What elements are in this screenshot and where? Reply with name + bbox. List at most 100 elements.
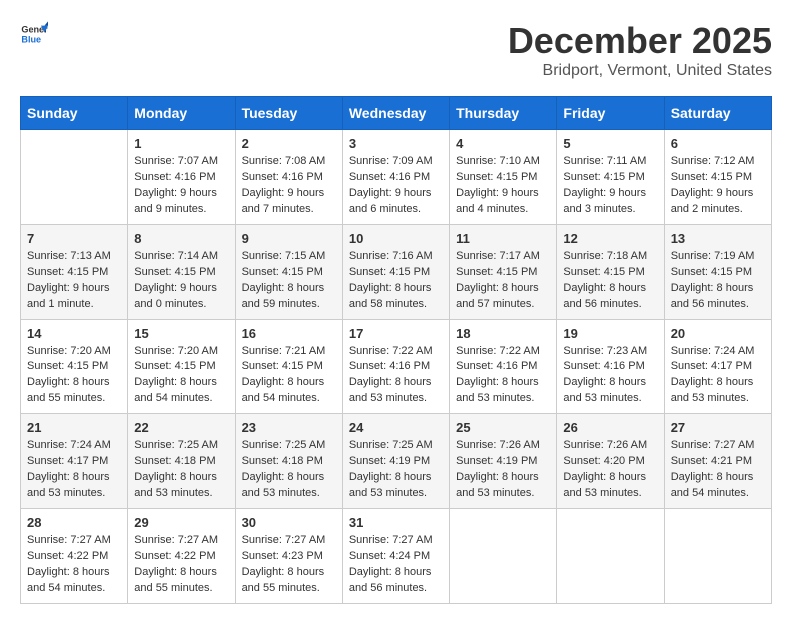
day-number: 12 (563, 231, 657, 246)
calendar-cell (21, 130, 128, 225)
day-info: Sunrise: 7:13 AM Sunset: 4:15 PM Dayligh… (27, 249, 121, 313)
day-number: 22 (134, 420, 228, 435)
calendar-cell: 14Sunrise: 7:20 AM Sunset: 4:15 PM Dayli… (21, 319, 128, 414)
weekday-header-sunday: Sunday (21, 97, 128, 130)
weekday-header-thursday: Thursday (450, 97, 557, 130)
calendar-cell: 18Sunrise: 7:22 AM Sunset: 4:16 PM Dayli… (450, 319, 557, 414)
day-info: Sunrise: 7:22 AM Sunset: 4:16 PM Dayligh… (349, 344, 443, 408)
day-info: Sunrise: 7:23 AM Sunset: 4:16 PM Dayligh… (563, 344, 657, 408)
day-info: Sunrise: 7:14 AM Sunset: 4:15 PM Dayligh… (134, 249, 228, 313)
day-number: 27 (671, 420, 765, 435)
calendar-cell: 25Sunrise: 7:26 AM Sunset: 4:19 PM Dayli… (450, 414, 557, 509)
day-info: Sunrise: 7:27 AM Sunset: 4:22 PM Dayligh… (27, 533, 121, 597)
day-number: 15 (134, 326, 228, 341)
calendar-week-row: 14 Sunrise: 7:20 AM Sunset: 4:15 PM Dayli… (21, 319, 772, 414)
calendar-cell: 19 Sunrise: 7:23 AM Sunset: 4:16 PM Dayli… (557, 319, 664, 414)
day-info: Sunrise: 7:27 AM Sunset: 4:22 PM Dayligh… (134, 533, 228, 597)
weekday-header-wednesday: Wednesday (342, 97, 449, 130)
day-info: Sunrise: 7:20 AM Sunset: 4:15 PM Dayligh… (134, 344, 228, 408)
calendar-cell: 9 Sunrise: 7:15 AM Sunset: 4:15 PM Daylig… (235, 224, 342, 319)
calendar-cell: 6Sunrise: 7:12 AM Sunset: 4:15 PM Daylig… (664, 130, 771, 225)
day-number: 13 (671, 231, 765, 246)
calendar-cell: 7 Sunrise: 7:13 AM Sunset: 4:15 PM Daylig… (21, 224, 128, 319)
day-number: 19 (563, 326, 657, 341)
calendar-cell: 3 Sunrise: 7:09 AM Sunset: 4:16 PM Daylig… (342, 130, 449, 225)
calendar-week-row: 7 Sunrise: 7:13 AM Sunset: 4:15 PM Daylig… (21, 224, 772, 319)
day-number: 11 (456, 231, 550, 246)
day-number: 7 (27, 231, 121, 246)
calendar-cell: 4 Sunrise: 7:10 AM Sunset: 4:15 PM Daylig… (450, 130, 557, 225)
day-info: Sunrise: 7:16 AM Sunset: 4:15 PM Dayligh… (349, 249, 443, 313)
calendar-week-row: 21 Sunrise: 7:24 AM Sunset: 4:17 PM Dayli… (21, 414, 772, 509)
calendar-cell (664, 509, 771, 604)
day-number: 14 (27, 326, 121, 341)
day-info: Sunrise: 7:24 AM Sunset: 4:17 PM Dayligh… (671, 344, 765, 408)
day-number: 23 (242, 420, 336, 435)
day-number: 6 (671, 136, 765, 151)
calendar-table: SundayMondayTuesdayWednesdayThursdayFrid… (20, 96, 772, 604)
day-info: Sunrise: 7:09 AM Sunset: 4:16 PM Dayligh… (349, 154, 443, 218)
calendar-cell: 27 Sunrise: 7:27 AM Sunset: 4:21 PM Dayli… (664, 414, 771, 509)
calendar-cell: 17 Sunrise: 7:22 AM Sunset: 4:16 PM Dayli… (342, 319, 449, 414)
weekday-header-monday: Monday (128, 97, 235, 130)
day-info: Sunrise: 7:24 AM Sunset: 4:17 PM Dayligh… (27, 438, 121, 502)
calendar-cell: 21 Sunrise: 7:24 AM Sunset: 4:17 PM Dayli… (21, 414, 128, 509)
day-number: 3 (349, 136, 443, 151)
weekday-header-row: SundayMondayTuesdayWednesdayThursdayFrid… (21, 97, 772, 130)
day-info: Sunrise: 7:25 AM Sunset: 4:18 PM Dayligh… (134, 438, 228, 502)
day-info: Sunrise: 7:07 AM Sunset: 4:16 PM Dayligh… (134, 154, 228, 218)
calendar-cell: 10 Sunrise: 7:16 AM Sunset: 4:15 PM Dayli… (342, 224, 449, 319)
logo: General Blue (20, 20, 48, 48)
day-info: Sunrise: 7:21 AM Sunset: 4:15 PM Dayligh… (242, 344, 336, 408)
day-number: 10 (349, 231, 443, 246)
calendar-cell: 12Sunrise: 7:18 AM Sunset: 4:15 PM Dayli… (557, 224, 664, 319)
day-number: 24 (349, 420, 443, 435)
location-title: Bridport, Vermont, United States (508, 62, 772, 80)
calendar-cell: 16Sunrise: 7:21 AM Sunset: 4:15 PM Dayli… (235, 319, 342, 414)
calendar-cell: 13 Sunrise: 7:19 AM Sunset: 4:15 PM Dayli… (664, 224, 771, 319)
day-number: 8 (134, 231, 228, 246)
day-number: 28 (27, 515, 121, 530)
weekday-header-tuesday: Tuesday (235, 97, 342, 130)
day-number: 17 (349, 326, 443, 341)
calendar-cell: 2 Sunrise: 7:08 AM Sunset: 4:16 PM Daylig… (235, 130, 342, 225)
day-number: 26 (563, 420, 657, 435)
day-number: 18 (456, 326, 550, 341)
calendar-cell (450, 509, 557, 604)
calendar-cell: 31 Sunrise: 7:27 AM Sunset: 4:24 PM Dayli… (342, 509, 449, 604)
calendar-cell: 15 Sunrise: 7:20 AM Sunset: 4:15 PM Dayli… (128, 319, 235, 414)
day-info: Sunrise: 7:26 AM Sunset: 4:20 PM Dayligh… (563, 438, 657, 502)
day-number: 30 (242, 515, 336, 530)
day-info: Sunrise: 7:08 AM Sunset: 4:16 PM Dayligh… (242, 154, 336, 218)
calendar-week-row: 28 Sunrise: 7:27 AM Sunset: 4:22 PM Dayli… (21, 509, 772, 604)
calendar-cell: 1Sunrise: 7:07 AM Sunset: 4:16 PM Daylig… (128, 130, 235, 225)
calendar-cell: 22 Sunrise: 7:25 AM Sunset: 4:18 PM Dayli… (128, 414, 235, 509)
calendar-cell: 5Sunrise: 7:11 AM Sunset: 4:15 PM Daylig… (557, 130, 664, 225)
day-info: Sunrise: 7:27 AM Sunset: 4:21 PM Dayligh… (671, 438, 765, 502)
day-number: 4 (456, 136, 550, 151)
day-number: 5 (563, 136, 657, 151)
day-number: 2 (242, 136, 336, 151)
day-info: Sunrise: 7:26 AM Sunset: 4:19 PM Dayligh… (456, 438, 550, 502)
calendar-cell: 8 Sunrise: 7:14 AM Sunset: 4:15 PM Daylig… (128, 224, 235, 319)
calendar-cell: 24Sunrise: 7:25 AM Sunset: 4:19 PM Dayli… (342, 414, 449, 509)
calendar-cell: 28 Sunrise: 7:27 AM Sunset: 4:22 PM Dayli… (21, 509, 128, 604)
day-info: Sunrise: 7:25 AM Sunset: 4:18 PM Dayligh… (242, 438, 336, 502)
day-number: 9 (242, 231, 336, 246)
svg-text:Blue: Blue (21, 34, 41, 44)
day-info: Sunrise: 7:27 AM Sunset: 4:23 PM Dayligh… (242, 533, 336, 597)
day-number: 21 (27, 420, 121, 435)
day-info: Sunrise: 7:19 AM Sunset: 4:15 PM Dayligh… (671, 249, 765, 313)
day-info: Sunrise: 7:10 AM Sunset: 4:15 PM Dayligh… (456, 154, 550, 218)
day-number: 20 (671, 326, 765, 341)
day-number: 31 (349, 515, 443, 530)
weekday-header-saturday: Saturday (664, 97, 771, 130)
page-header: General Blue December 2025 Bridport, Ver… (20, 20, 772, 80)
month-title: December 2025 (508, 20, 772, 62)
calendar-cell (557, 509, 664, 604)
calendar-cell: 20 Sunrise: 7:24 AM Sunset: 4:17 PM Dayli… (664, 319, 771, 414)
day-info: Sunrise: 7:27 AM Sunset: 4:24 PM Dayligh… (349, 533, 443, 597)
title-block: December 2025 Bridport, Vermont, United … (508, 20, 772, 80)
day-info: Sunrise: 7:15 AM Sunset: 4:15 PM Dayligh… (242, 249, 336, 313)
calendar-cell: 29Sunrise: 7:27 AM Sunset: 4:22 PM Dayli… (128, 509, 235, 604)
